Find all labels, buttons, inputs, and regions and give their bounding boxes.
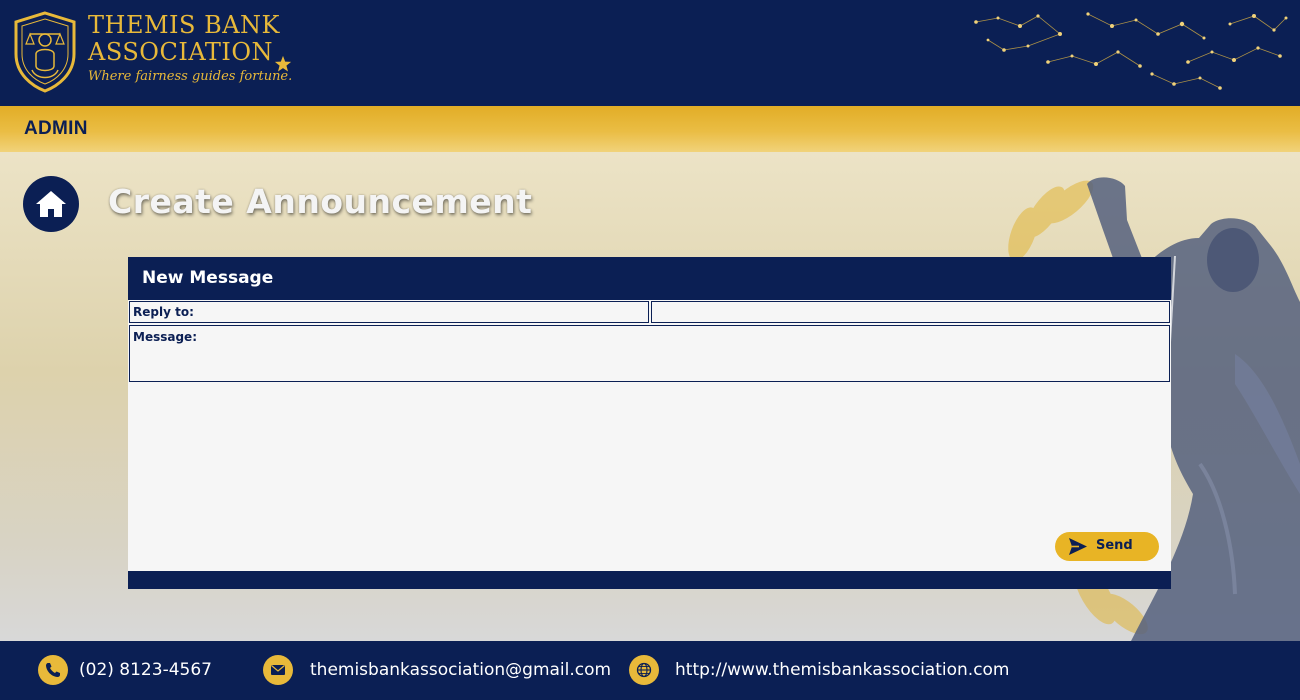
home-icon [36, 191, 66, 217]
footer-website[interactable]: http://www.themisbankassociation.com [675, 660, 1010, 680]
message-label-box: Message: [129, 325, 1170, 382]
footer-email[interactable]: themisbankassociation@gmail.com [310, 660, 611, 680]
footer-phone[interactable]: (02) 8123-4567 [79, 660, 212, 680]
send-icon [1069, 538, 1087, 555]
reply-to-label: Reply to: [133, 305, 194, 319]
send-label: Send [1096, 538, 1133, 553]
admin-bar: ADMIN [0, 106, 1300, 152]
reply-to-input[interactable] [651, 301, 1170, 323]
mail-icon [263, 655, 293, 685]
message-textarea[interactable] [130, 383, 1168, 543]
brand-name-line1: THEMIS BANK [88, 11, 280, 39]
home-button[interactable] [23, 176, 79, 232]
site-header: THEMIS BANK ASSOCIATION Where fairness g… [0, 0, 1300, 106]
send-button[interactable]: Send [1055, 532, 1159, 561]
reply-to-label-box: Reply to: [129, 301, 649, 323]
page-title: Create Announcement [108, 182, 533, 221]
star-icon [274, 55, 292, 72]
panel-title: New Message [142, 268, 274, 288]
reply-to-row: Reply to: [128, 300, 1171, 324]
brand-block: THEMIS BANK ASSOCIATION Where fairness g… [88, 12, 292, 85]
constellation-decoration [974, 12, 1288, 90]
panel-footer [128, 571, 1171, 589]
new-message-panel: New Message Reply to: Message: Send [128, 257, 1171, 589]
phone-icon [38, 655, 68, 685]
message-label: Message: [133, 330, 197, 344]
globe-icon [629, 655, 659, 685]
brand-name-line2: ASSOCIATION [88, 38, 273, 66]
panel-header: New Message [128, 257, 1171, 300]
site-footer: (02) 8123-4567 themisbankassociation@gma… [0, 641, 1300, 700]
shield-logo-icon[interactable] [12, 10, 78, 94]
main-content: Create Announcement New Message Reply to… [0, 152, 1300, 641]
admin-label: ADMIN [24, 118, 88, 139]
brand-tagline: Where fairness guides fortune. [88, 69, 293, 84]
